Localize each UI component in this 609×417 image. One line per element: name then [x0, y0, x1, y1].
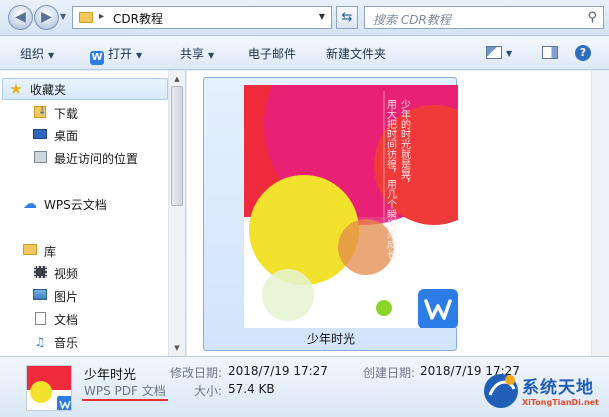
folder-icon — [79, 12, 93, 23]
file-list: 少年的时光就是晃， 用大把时间彷徨，用几个瞬间来成长。 少年时光 — [187, 71, 609, 356]
file-tile[interactable]: 少年的时光就是晃， 用大把时间彷徨，用几个瞬间来成长。 少年时光 — [203, 77, 458, 351]
nav-item-downloads[interactable]: ↓ 下载 — [32, 103, 78, 123]
nav-item-wps-cloud[interactable]: ☁ WPS云文档 — [22, 194, 107, 214]
back-button[interactable]: ◀ — [8, 5, 33, 30]
file-thumbnail: 少年的时光就是晃， 用大把时间彷徨，用几个瞬间来成长。 — [244, 85, 458, 328]
chevron-down-icon[interactable]: ▼ — [506, 49, 512, 58]
scroll-up-icon[interactable]: ▲ — [171, 73, 183, 85]
nav-label: 视频 — [54, 266, 79, 281]
change-view-icon[interactable] — [486, 46, 502, 59]
path-box[interactable]: ▸ CDR教程 ▼ — [72, 6, 332, 29]
poster-green-dot — [376, 300, 392, 316]
forward-button[interactable]: ▶ — [34, 5, 59, 30]
history-dropdown-icon[interactable]: ▼ — [60, 12, 66, 21]
nav-item-library[interactable]: 库 — [22, 241, 56, 261]
navigation-pane: ★ 收藏夹 ↓ 下载 桌面 最近访问的位置 ☁ WPS云文档 库 视频 图片 文… — [0, 71, 186, 356]
scrollbar-thumb[interactable] — [171, 86, 183, 206]
preview-pane-icon[interactable] — [542, 46, 558, 59]
poster-mint-circle — [262, 269, 314, 321]
chevron-right-icon[interactable]: ▸ — [99, 11, 104, 22]
nav-item-documents[interactable]: 文档 — [32, 309, 78, 329]
created-label: 创建日期: — [363, 366, 416, 380]
command-bar: 组织 ▼ W 打开 ▼ 共享 ▼ 电子邮件 新建文件夹 ▼ ? — [0, 36, 609, 70]
pictures-icon — [32, 289, 48, 303]
nav-label: 桌面 — [54, 128, 79, 143]
details-file-name: 少年时光 — [84, 368, 137, 383]
watermark-name: 系统天地 — [522, 378, 594, 398]
share-button[interactable]: 共享 ▼ — [180, 45, 214, 62]
share-label: 共享 — [180, 47, 205, 61]
scroll-down-icon[interactable]: ▼ — [171, 342, 183, 354]
refresh-button[interactable]: ⇆ — [336, 6, 358, 29]
help-icon[interactable]: ? — [575, 45, 591, 61]
modified-label: 修改日期: — [170, 366, 223, 380]
size-label: 大小: — [194, 384, 223, 398]
nav-label: 音乐 — [54, 335, 79, 350]
nav-item-favorites[interactable]: ★ 收藏夹 — [8, 79, 66, 99]
breadcrumb-current[interactable]: CDR教程 — [113, 10, 163, 27]
nav-label: 库 — [44, 244, 57, 259]
organize-label: 组织 — [20, 47, 45, 61]
address-bar: ◀ ▶ ▼ ▸ CDR教程 ▼ ⇆ 搜索 CDR教程 ⚲ — [0, 0, 609, 36]
nav-item-desktop[interactable]: 桌面 — [32, 125, 78, 145]
file-name-label: 少年时光 — [306, 332, 355, 346]
star-icon: ★ — [9, 80, 23, 98]
poem-column-2: 用大把时间彷徨，用几个瞬间来成长。 — [385, 99, 397, 269]
file-list-scrollbar[interactable] — [591, 71, 609, 356]
video-icon — [32, 266, 48, 280]
chevron-down-icon: ▼ — [208, 51, 215, 60]
new-folder-button[interactable]: 新建文件夹 — [326, 45, 386, 62]
nav-label: WPS云文档 — [44, 197, 107, 212]
arrow-left-icon: ◀ — [15, 9, 26, 25]
refresh-icon: ⇆ — [341, 10, 353, 25]
search-icon[interactable]: ⚲ — [587, 10, 597, 25]
size-value: 57.4 KB — [228, 382, 275, 396]
desktop-icon — [32, 128, 48, 142]
open-label: 打开 — [108, 47, 133, 61]
poem-column-1: 少年的时光就是晃， — [399, 99, 411, 189]
chevron-down-icon: ▼ — [136, 51, 143, 60]
red-underline — [82, 399, 168, 401]
modified-value: 2018/7/19 17:27 — [228, 364, 328, 378]
email-button[interactable]: 电子邮件 — [248, 45, 296, 62]
wps-app-icon — [418, 289, 458, 328]
poster-yellow-circle — [249, 175, 359, 285]
recent-places-icon — [32, 151, 48, 165]
nav-label: 图片 — [54, 289, 79, 304]
open-button[interactable]: W 打开 ▼ — [90, 45, 142, 65]
organize-button[interactable]: 组织 ▼ — [20, 45, 54, 62]
search-input[interactable]: 搜索 CDR教程 ⚲ — [364, 6, 604, 29]
library-icon — [22, 244, 38, 258]
nav-label: 最近访问的位置 — [54, 151, 139, 166]
chevron-down-icon: ▼ — [48, 51, 55, 60]
wps-icon: W — [90, 51, 104, 65]
watermark-logo: 系统天地 XiTongTianDi.net — [482, 367, 606, 415]
details-thumbnail — [26, 365, 72, 411]
watermark-url: XiTongTianDi.net — [522, 398, 599, 407]
nav-label: 收藏夹 — [30, 82, 67, 97]
nav-scrollbar[interactable]: ▲ ▼ — [168, 71, 185, 356]
downloads-icon: ↓ — [32, 106, 48, 120]
nav-item-videos[interactable]: 视频 — [32, 263, 78, 283]
wps-w-icon — [424, 299, 452, 320]
cloud-icon: ☁ — [23, 196, 37, 212]
nav-label: 文档 — [54, 312, 79, 327]
nav-item-music[interactable]: ♫ 音乐 — [32, 332, 78, 352]
nav-item-pictures[interactable]: 图片 — [32, 286, 78, 306]
details-file-type: WPS PDF 文档 — [84, 384, 166, 398]
logo-emblem-icon — [484, 374, 518, 408]
music-icon: ♫ — [34, 335, 46, 349]
search-placeholder: 搜索 CDR教程 — [373, 13, 451, 27]
arrow-right-icon: ▶ — [41, 9, 52, 25]
nav-item-recent[interactable]: 最近访问的位置 — [32, 148, 138, 168]
documents-icon — [32, 312, 48, 326]
nav-label: 下载 — [54, 106, 79, 121]
details-poster-icon — [27, 366, 71, 410]
chevron-down-icon[interactable]: ▼ — [319, 12, 325, 21]
